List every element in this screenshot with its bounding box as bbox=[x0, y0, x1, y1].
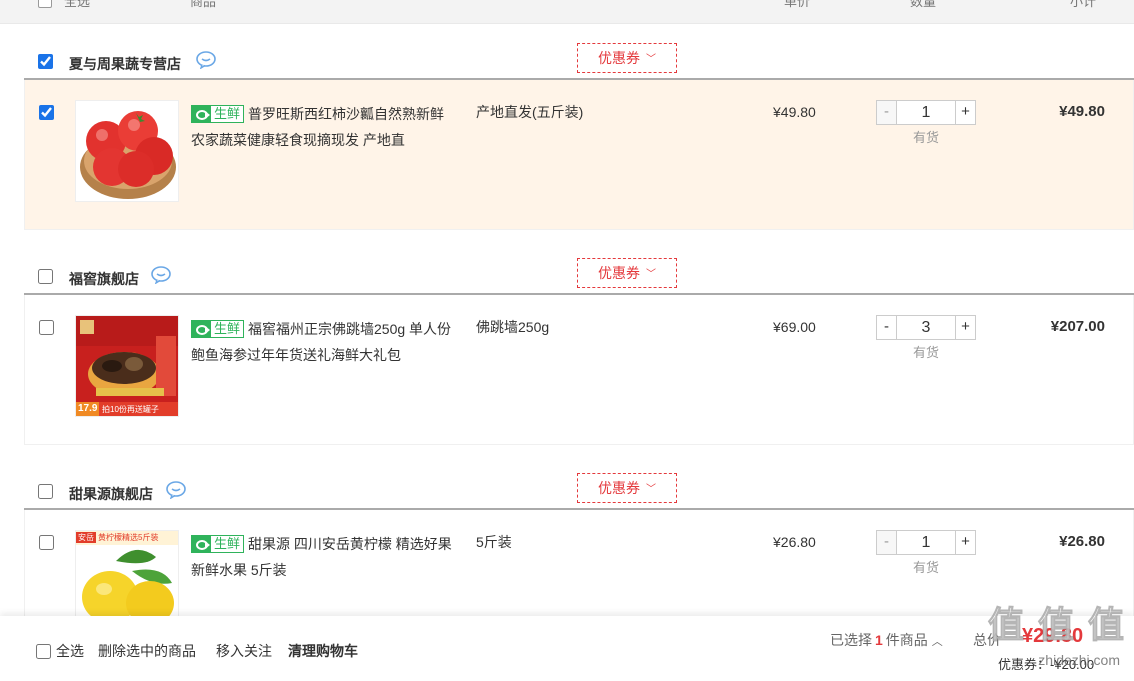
chat-icon[interactable] bbox=[151, 266, 171, 285]
header-quantity-label: 数量 bbox=[910, 0, 937, 9]
chat-icon[interactable] bbox=[166, 481, 186, 500]
table-header: 全选 商品 单价 数量 小计 bbox=[0, 0, 1134, 24]
product-title[interactable]: 生鲜 甜果源 四川安岳黄柠檬 精选好果新鲜水果 5斤装 bbox=[191, 531, 457, 583]
discount-line: 优惠券：-¥20.00 bbox=[998, 657, 1095, 672]
product-title[interactable]: 生鲜 福窖福州正宗佛跳墙250g 单人份鲍鱼海参过年年货送礼海鲜大礼包 bbox=[191, 316, 457, 368]
product-spec: 佛跳墙250g bbox=[476, 319, 550, 335]
selected-prefix: 已选择 bbox=[830, 632, 872, 648]
item-checkbox[interactable] bbox=[39, 320, 54, 335]
select-all-label: 全选 bbox=[56, 643, 84, 659]
unit-price: ¥26.80 bbox=[773, 534, 816, 550]
increase-button[interactable]: + bbox=[955, 531, 975, 554]
product-spec: 产地直发(五斤装) bbox=[476, 104, 584, 120]
total-label: 总价 bbox=[973, 632, 1001, 648]
item-subtotal: ¥26.80 bbox=[1059, 533, 1105, 550]
shop-header: 夏与周果蔬专营店 优惠券 ﹀ bbox=[0, 30, 1134, 80]
quantity-input[interactable] bbox=[897, 531, 955, 554]
chevron-down-icon: ﹀ bbox=[646, 484, 656, 495]
header-price-label: 单价 bbox=[784, 0, 811, 9]
cart-footer: 全选 删除选中的商品 移入关注 清理购物车 已选择 1 件商品 ︿ 总价 ¥29.80… bbox=[0, 616, 1134, 681]
unit-price: ¥49.80 bbox=[773, 104, 816, 120]
chevron-down-icon: ﹀ bbox=[646, 269, 656, 280]
header-select-label: 全选 bbox=[64, 0, 91, 9]
shop-name: 夏与周果蔬专营店 bbox=[69, 56, 181, 72]
fresh-icon bbox=[192, 321, 211, 337]
fotiaoqiang-image[interactable]: 17.9 拍10份再送罐子 bbox=[75, 315, 179, 417]
fresh-tag-label: 生鲜 bbox=[214, 321, 241, 336]
quantity-input[interactable] bbox=[897, 316, 955, 339]
cart-item: 生鲜 普罗旺斯西红柿沙瓤自然熟新鲜农家蔬菜健康轻食现摘现发 产地直 产地直发(五斤… bbox=[24, 80, 1134, 230]
product-title[interactable]: 生鲜 普罗旺斯西红柿沙瓤自然熟新鲜农家蔬菜健康轻食现摘现发 产地直 bbox=[191, 101, 457, 153]
header-select-all-checkbox[interactable] bbox=[38, 0, 52, 8]
quantity-stepper: - + bbox=[876, 315, 976, 340]
header-product-label: 商品 bbox=[190, 0, 217, 9]
selected-count[interactable]: 已选择 1 件商品 ︿ bbox=[830, 630, 943, 650]
promo-badge: 黄柠檬精选5斤装 bbox=[98, 533, 159, 542]
shop-checkbox[interactable] bbox=[38, 484, 53, 499]
decrease-button[interactable]: - bbox=[877, 531, 897, 554]
fresh-tag: 生鲜 bbox=[191, 535, 245, 553]
fresh-tag: 生鲜 bbox=[191, 105, 245, 123]
shop-header: 福窖旗舰店 优惠券 ﹀ bbox=[0, 245, 1134, 295]
select-all-checkbox[interactable] bbox=[36, 643, 51, 659]
stock-status: 有货 bbox=[912, 345, 939, 360]
quantity-stepper: - + bbox=[876, 530, 976, 555]
footer-select-all[interactable]: 全选 bbox=[36, 641, 84, 661]
chevron-up-icon: ︿ bbox=[931, 636, 943, 648]
unit-price: ¥69.00 bbox=[773, 319, 816, 335]
header-subtotal-label: 小计 bbox=[1070, 0, 1097, 9]
product-spec: 5斤装 bbox=[476, 534, 512, 550]
coupon-button[interactable]: 优惠券 ﹀ bbox=[577, 43, 677, 73]
coupon-label: 优惠券 bbox=[598, 480, 640, 496]
total-price: ¥29.80 bbox=[1022, 625, 1084, 647]
discount-value: -¥20.00 bbox=[1050, 657, 1095, 672]
selected-number: 1 bbox=[875, 632, 883, 648]
item-subtotal: ¥49.80 bbox=[1059, 103, 1105, 120]
item-checkbox[interactable] bbox=[39, 105, 54, 120]
increase-button[interactable]: + bbox=[955, 316, 975, 339]
fresh-tag-label: 生鲜 bbox=[214, 536, 241, 551]
origin-badge: 安岳 bbox=[76, 532, 96, 543]
fresh-icon bbox=[192, 106, 211, 122]
coupon-label: 优惠券 bbox=[598, 265, 640, 281]
fresh-tag-label: 生鲜 bbox=[214, 106, 241, 121]
item-subtotal: ¥207.00 bbox=[1050, 318, 1105, 335]
tomato-image[interactable] bbox=[75, 100, 179, 202]
shop-checkbox[interactable] bbox=[38, 269, 53, 284]
discount-label: 优惠券 bbox=[998, 657, 1038, 672]
selected-suffix: 件商品 bbox=[885, 632, 928, 648]
shop-name: 福窖旗舰店 bbox=[69, 271, 139, 287]
price-badge: 17.9 bbox=[76, 402, 100, 416]
quantity-input[interactable] bbox=[897, 101, 955, 124]
item-checkbox[interactable] bbox=[39, 535, 54, 550]
decrease-button[interactable]: - bbox=[877, 316, 897, 339]
stock-status: 有货 bbox=[912, 560, 939, 575]
shop-header: 甜果源旗舰店 优惠券 ﹀ bbox=[0, 460, 1134, 510]
fresh-tag: 生鲜 bbox=[191, 320, 245, 338]
shop-name: 甜果源旗舰店 bbox=[69, 486, 153, 502]
quantity-stepper: - + bbox=[876, 100, 976, 125]
stock-status: 有货 bbox=[912, 130, 939, 145]
clear-cart-link[interactable]: 清理购物车 bbox=[288, 641, 358, 661]
chevron-down-icon: ﹀ bbox=[646, 54, 656, 65]
shop-checkbox[interactable] bbox=[38, 54, 53, 69]
delete-selected-link[interactable]: 删除选中的商品 bbox=[98, 641, 196, 661]
promo-badge: 拍10份再送罐子 bbox=[102, 405, 159, 414]
fresh-icon bbox=[192, 536, 211, 552]
decrease-button[interactable]: - bbox=[877, 101, 897, 124]
cart-item: 17.9 拍10份再送罐子 生鲜 福窖福州正宗佛跳墙250g 单人份鲍鱼海参过年年… bbox=[24, 295, 1134, 445]
coupon-button[interactable]: 优惠券 ﹀ bbox=[577, 258, 677, 288]
coupon-label: 优惠券 bbox=[598, 50, 640, 66]
increase-button[interactable]: + bbox=[955, 101, 975, 124]
chat-icon[interactable] bbox=[196, 51, 216, 70]
move-to-favorites-link[interactable]: 移入关注 bbox=[216, 641, 272, 661]
coupon-button[interactable]: 优惠券 ﹀ bbox=[577, 473, 677, 503]
